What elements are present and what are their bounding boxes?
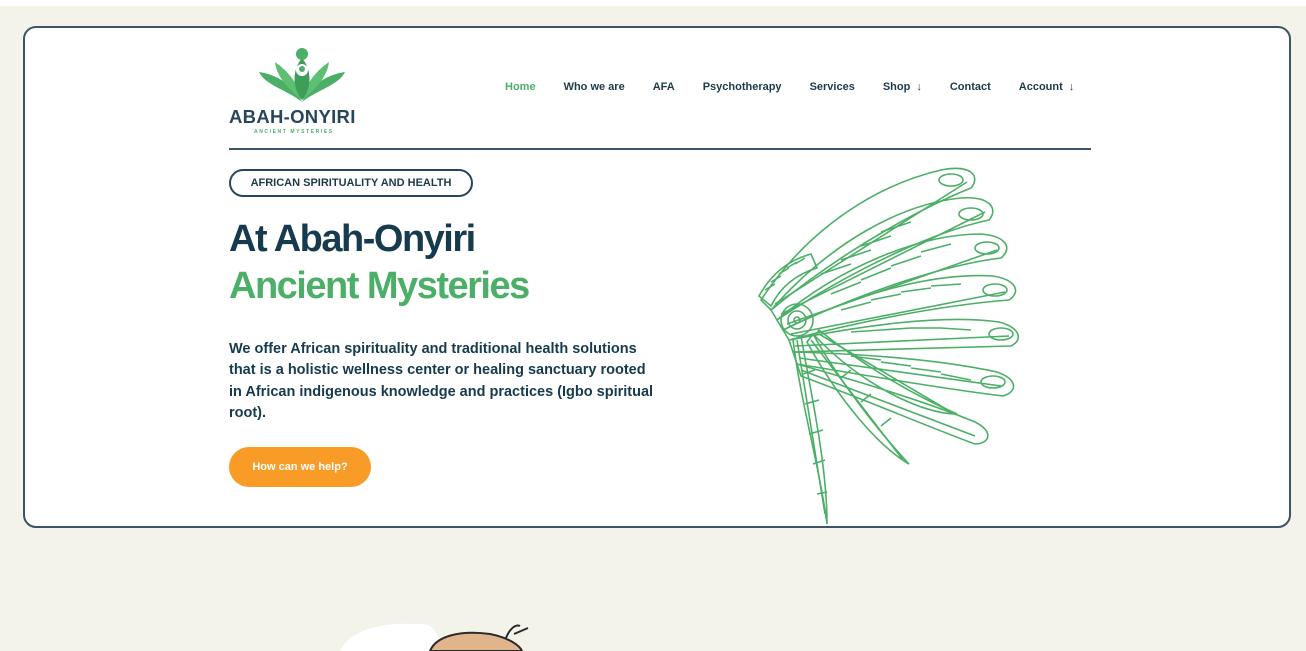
how-can-we-help-button[interactable]: How can we help?	[229, 447, 371, 487]
nav-account-label: Account	[1018, 81, 1063, 93]
nav-services[interactable]: Services	[810, 81, 855, 93]
arrow-down-icon: ↓	[916, 81, 922, 93]
nav-contact-label: Contact	[949, 81, 991, 93]
brand-tagline: ANCIENT MYSTERIES	[254, 129, 334, 135]
main-nav: Home Who we are AFA Psychotherapy Servic…	[505, 81, 1102, 93]
brand-name: ABAH-ONYIRI	[229, 106, 356, 127]
brand-logo[interactable]: ABAH-ONYIRI ANCIENT MYSTERIES	[229, 40, 379, 140]
nav-who-we-are[interactable]: Who we are	[564, 81, 625, 93]
nav-home[interactable]: Home	[505, 81, 536, 93]
hero-card: ABAH-ONYIRI ANCIENT MYSTERIES Home Who w…	[23, 26, 1291, 528]
nav-shop[interactable]: Shop ↓	[883, 81, 922, 93]
feather-headdress-illustration	[757, 167, 1020, 525]
header-divider	[229, 148, 1091, 150]
category-badge: AFRICAN SPIRITUALITY AND HEALTH	[229, 169, 473, 197]
nav-afa-label: AFA	[652, 81, 675, 93]
hero-title-line1: At Abah-Onyiri	[229, 218, 476, 260]
nav-shop-label: Shop	[882, 81, 911, 93]
nav-afa[interactable]: AFA	[653, 81, 675, 93]
lotus-yoga-icon	[259, 48, 345, 102]
top-strip	[0, 0, 1306, 6]
nav-services-label: Services	[809, 81, 855, 93]
nav-home-label: Home	[505, 81, 536, 93]
hero-title-line2: Ancient Mysteries	[229, 265, 530, 307]
nav-psychotherapy[interactable]: Psychotherapy	[703, 81, 782, 93]
arrow-down-icon: ↓	[1068, 81, 1075, 93]
nav-contact[interactable]: Contact	[950, 81, 991, 93]
nav-account[interactable]: Account ↓	[1019, 81, 1075, 93]
nav-psychotherapy-label: Psychotherapy	[702, 81, 782, 93]
bottom-illustration	[340, 623, 529, 651]
hero-description: We offer African spirituality and tradit…	[229, 341, 654, 421]
nav-who-we-are-label: Who we are	[563, 81, 625, 93]
